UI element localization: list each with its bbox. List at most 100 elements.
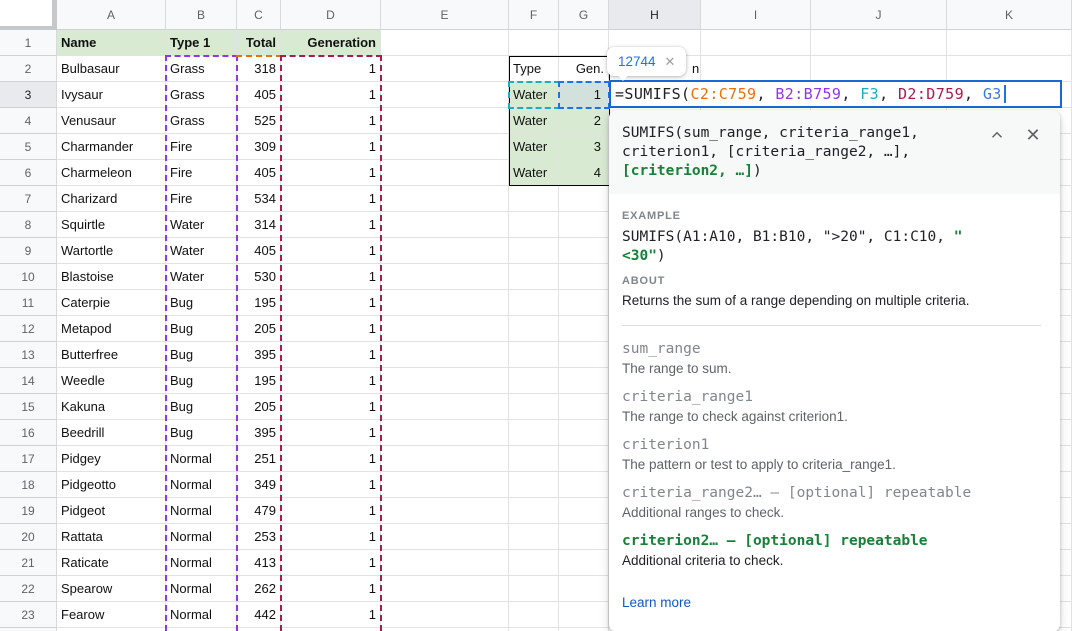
grid-cell[interactable]	[509, 316, 559, 342]
grid-cell[interactable]	[947, 56, 1072, 82]
grid-cell[interactable]: 1	[281, 394, 381, 420]
grid-cell[interactable]	[559, 576, 609, 602]
column-header-C[interactable]: C	[237, 0, 281, 30]
grid-cell[interactable]: 1	[281, 524, 381, 550]
grid-cell[interactable]	[381, 186, 509, 212]
row-header-20[interactable]: 20	[0, 524, 57, 550]
grid-cell[interactable]	[381, 316, 509, 342]
grid-cell[interactable]: 2	[559, 108, 609, 134]
row-header-9[interactable]: 9	[0, 238, 57, 264]
row-header-4[interactable]: 4	[0, 108, 57, 134]
grid-cell[interactable]	[381, 264, 509, 290]
row-header-21[interactable]: 21	[0, 550, 57, 576]
grid-cell[interactable]: Bug	[166, 316, 237, 342]
grid-cell[interactable]	[559, 368, 609, 394]
grid-cell[interactable]	[559, 316, 609, 342]
grid-cell[interactable]: 195	[237, 368, 281, 394]
grid-cell[interactable]: 413	[237, 550, 281, 576]
grid-cell[interactable]	[381, 420, 509, 446]
grid-cell[interactable]	[381, 498, 509, 524]
row-header-23[interactable]: 23	[0, 602, 57, 628]
grid-cell[interactable]	[559, 264, 609, 290]
row-header-19[interactable]: 19	[0, 498, 57, 524]
row-header-6[interactable]: 6	[0, 160, 57, 186]
row-header-11[interactable]: 11	[0, 290, 57, 316]
grid-cell[interactable]	[381, 134, 509, 160]
grid-cell[interactable]: 1	[281, 212, 381, 238]
grid-cell[interactable]: 262	[237, 576, 281, 602]
grid-cell[interactable]: Weedle	[57, 368, 166, 394]
row-header-14[interactable]: 14	[0, 368, 57, 394]
grid-cell[interactable]: Fire	[166, 160, 237, 186]
grid-cell[interactable]: Normal	[166, 498, 237, 524]
column-header-J[interactable]: J	[811, 0, 947, 30]
grid-cell[interactable]: Generation	[281, 30, 381, 56]
grid-cell[interactable]: Venusaur	[57, 108, 166, 134]
grid-cell[interactable]	[509, 550, 559, 576]
column-header-A[interactable]: A	[57, 0, 166, 30]
column-header-I[interactable]: I	[701, 0, 811, 30]
grid-cell[interactable]: Caterpie	[57, 290, 166, 316]
grid-cell[interactable]	[381, 550, 509, 576]
grid-cell[interactable]: 534	[237, 186, 281, 212]
row-header-10[interactable]: 10	[0, 264, 57, 290]
grid-cell[interactable]: 1	[281, 550, 381, 576]
grid-cell[interactable]: Charmander	[57, 134, 166, 160]
grid-cell[interactable]: 395	[237, 342, 281, 368]
grid-cell[interactable]	[381, 160, 509, 186]
row-header-7[interactable]: 7	[0, 186, 57, 212]
row-header-1[interactable]: 1	[0, 30, 57, 56]
grid-cell[interactable]	[509, 524, 559, 550]
grid-cell[interactable]	[559, 342, 609, 368]
grid-cell[interactable]: 253	[237, 524, 281, 550]
grid-cell[interactable]: Raticate	[57, 550, 166, 576]
grid-cell[interactable]: 525	[237, 108, 281, 134]
grid-cell[interactable]	[381, 212, 509, 238]
grid-cell[interactable]: Ivysaur	[57, 82, 166, 108]
grid-cell[interactable]: Bug	[166, 342, 237, 368]
grid-cell[interactable]	[559, 394, 609, 420]
grid-cell[interactable]	[811, 30, 947, 56]
grid-cell[interactable]: Normal	[166, 524, 237, 550]
select-all-corner[interactable]	[0, 0, 57, 30]
row-header-2[interactable]: 2	[0, 56, 57, 82]
grid-cell[interactable]: Blastoise	[57, 264, 166, 290]
grid-cell[interactable]: Normal	[166, 472, 237, 498]
grid-cell[interactable]	[381, 108, 509, 134]
row-header-15[interactable]: 15	[0, 394, 57, 420]
grid-cell[interactable]: Bug	[166, 368, 237, 394]
grid-cell[interactable]: 1	[281, 316, 381, 342]
grid-cell[interactable]: Spearow	[57, 576, 166, 602]
tooltip-close-icon[interactable]: ✕	[665, 54, 676, 70]
grid-cell[interactable]: Gen.	[559, 56, 609, 82]
grid-cell[interactable]	[509, 264, 559, 290]
grid-cell[interactable]: Squirtle	[57, 212, 166, 238]
grid-cell[interactable]: Fearow	[57, 602, 166, 628]
grid-cell[interactable]	[559, 212, 609, 238]
grid-cell[interactable]: Water	[509, 82, 559, 108]
grid-cell[interactable]: Rattata	[57, 524, 166, 550]
grid-cell[interactable]	[947, 30, 1072, 56]
row-header-5[interactable]: 5	[0, 134, 57, 160]
column-header-D[interactable]: D	[281, 0, 381, 30]
grid-cell[interactable]: Wartortle	[57, 238, 166, 264]
grid-cell[interactable]: 395	[237, 420, 281, 446]
grid-cell[interactable]: Normal	[166, 446, 237, 472]
grid-cell[interactable]: 1	[281, 498, 381, 524]
grid-cell[interactable]	[559, 498, 609, 524]
grid-cell[interactable]: 405	[237, 82, 281, 108]
grid-cell[interactable]	[509, 342, 559, 368]
grid-cell[interactable]	[559, 420, 609, 446]
grid-cell[interactable]	[811, 56, 947, 82]
grid-cell[interactable]: 1	[281, 472, 381, 498]
grid-cell[interactable]: Pidgeot	[57, 498, 166, 524]
grid-cell[interactable]: 1	[281, 420, 381, 446]
grid-cell[interactable]: Bug	[166, 290, 237, 316]
grid-cell[interactable]	[559, 290, 609, 316]
grid-cell[interactable]: 1	[281, 108, 381, 134]
grid-cell[interactable]	[381, 82, 509, 108]
grid-cell[interactable]	[381, 368, 509, 394]
chevron-up-icon[interactable]	[988, 126, 1006, 144]
grid-cell[interactable]: 1	[281, 82, 381, 108]
grid-cell[interactable]: 442	[237, 602, 281, 628]
